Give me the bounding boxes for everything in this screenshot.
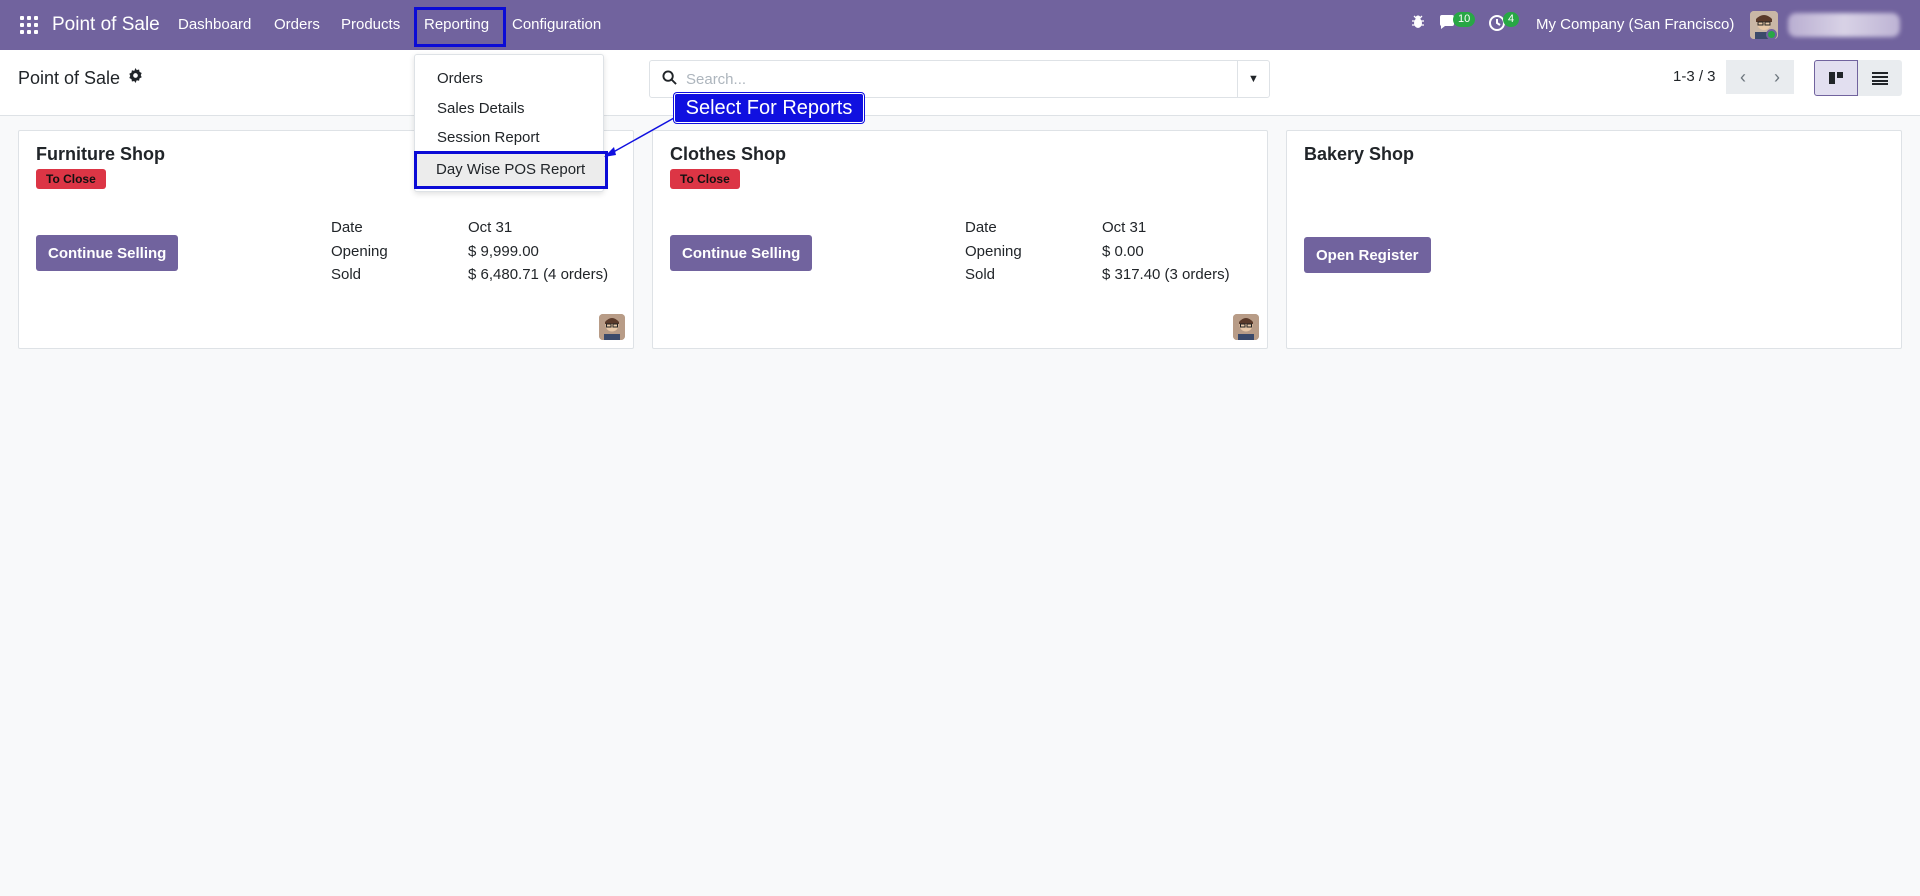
dropdown-item-session-report[interactable]: Session Report — [437, 129, 540, 146]
pager-value[interactable]: 1-3 / 3 — [1673, 68, 1716, 85]
blurred-user-name[interactable] — [1788, 13, 1900, 37]
date-value: Oct 31 — [468, 219, 513, 236]
sold-label: Sold — [965, 266, 996, 283]
apps-grid-icon[interactable] — [20, 16, 38, 34]
sold-value: $ 6,480.71 (4 orders) — [468, 266, 609, 283]
date-value: Oct 31 — [1102, 219, 1147, 236]
annotation-arrow — [604, 117, 675, 157]
dropdown-item-day-wise-pos-report[interactable]: Day Wise POS Report — [414, 151, 608, 189]
date-label: Date — [331, 219, 363, 236]
search-input[interactable] — [686, 61, 1226, 97]
pager-previous-button[interactable]: ‹ — [1726, 60, 1760, 94]
opening-label: Opening — [965, 243, 1022, 260]
card-title[interactable]: Furniture Shop — [36, 144, 165, 165]
pos-card-clothes: Clothes Shop To Close Continue Selling D… — [652, 130, 1268, 349]
continue-selling-button[interactable]: Continue Selling — [36, 235, 179, 271]
menu-products[interactable]: Products — [341, 16, 400, 33]
chevron-right-icon: › — [1774, 66, 1780, 87]
date-label: Date — [965, 219, 997, 236]
status-badge: To Close — [670, 169, 740, 189]
menu-configuration[interactable]: Configuration — [512, 16, 601, 33]
top-navbar: Point of Sale Dashboard Orders Products … — [0, 0, 1920, 50]
chevron-left-icon: ‹ — [1740, 66, 1746, 87]
dropdown-item-label: Day Wise POS Report — [436, 161, 586, 178]
gear-icon[interactable] — [128, 68, 143, 87]
responsible-avatar — [1233, 314, 1259, 340]
reporting-highlight-box — [414, 7, 506, 47]
status-badge: To Close — [36, 169, 106, 189]
list-icon — [1872, 72, 1888, 85]
control-panel: Point of Sale ▼ 1-3 / 3 ‹ › — [0, 50, 1920, 116]
menu-orders[interactable]: Orders — [274, 16, 320, 33]
pager-next-button[interactable]: › — [1760, 60, 1794, 94]
continue-selling-button[interactable]: Continue Selling — [670, 235, 813, 271]
list-view-button[interactable] — [1858, 60, 1902, 96]
menu-dashboard[interactable]: Dashboard — [178, 16, 251, 33]
messages-badge: 10 — [1453, 12, 1476, 27]
sold-value: $ 317.40 (3 orders) — [1102, 266, 1230, 283]
page-title: Point of Sale — [18, 68, 121, 88]
search-options-toggle[interactable]: ▼ — [1237, 61, 1269, 97]
opening-value: $ 0.00 — [1102, 243, 1144, 260]
app-brand[interactable]: Point of Sale — [52, 14, 160, 36]
activities-badge: 4 — [1503, 12, 1520, 27]
search-icon — [662, 70, 677, 89]
dropdown-item-sales-details[interactable]: Sales Details — [437, 100, 525, 117]
kanban-view-button[interactable] — [1814, 60, 1858, 96]
open-register-button[interactable]: Open Register — [1304, 237, 1431, 273]
bug-icon[interactable] — [1410, 14, 1426, 35]
annotation-callout: Select For Reports — [674, 93, 864, 123]
kanban-icon — [1829, 72, 1843, 84]
pos-card-bakery: Bakery Shop Open Register — [1286, 130, 1902, 349]
online-status-dot — [1766, 29, 1777, 40]
opening-value: $ 9,999.00 — [468, 243, 539, 260]
card-title[interactable]: Bakery Shop — [1304, 144, 1414, 165]
caret-down-icon: ▼ — [1248, 73, 1259, 85]
opening-label: Opening — [331, 243, 388, 260]
responsible-avatar — [599, 314, 625, 340]
card-title[interactable]: Clothes Shop — [670, 144, 786, 165]
dropdown-item-orders[interactable]: Orders — [437, 70, 483, 87]
company-switcher[interactable]: My Company (San Francisco) — [1536, 16, 1734, 33]
sold-label: Sold — [331, 266, 362, 283]
